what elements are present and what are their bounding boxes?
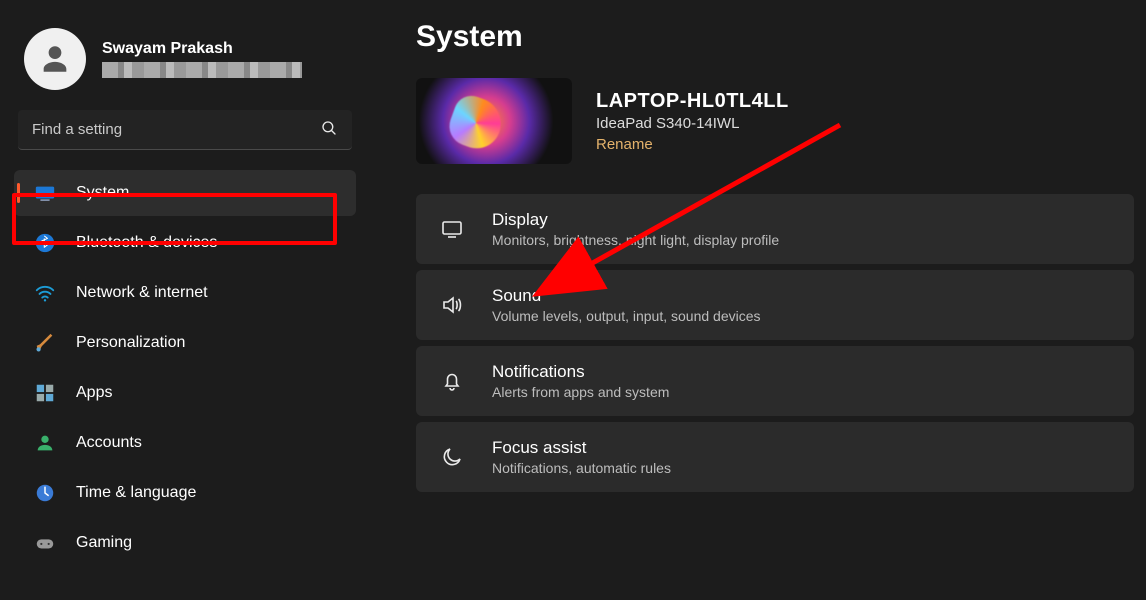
- sidebar-item-bluetooth[interactable]: Bluetooth & devices: [14, 220, 356, 266]
- card-title: Display: [492, 210, 779, 230]
- device-wallpaper-thumbnail: [416, 78, 572, 164]
- settings-card-sound[interactable]: Sound Volume levels, output, input, soun…: [416, 270, 1134, 340]
- sidebar-item-personalization[interactable]: Personalization: [14, 320, 356, 366]
- search-input[interactable]: Find a setting: [18, 110, 352, 150]
- nav-label-gaming: Gaming: [76, 534, 132, 552]
- device-info-row: LAPTOP-HL0TL4LL IdeaPad S340-14IWL Renam…: [416, 78, 1146, 164]
- settings-card-focus-assist[interactable]: Focus assist Notifications, automatic ru…: [416, 422, 1134, 492]
- search-icon: [320, 119, 338, 141]
- settings-card-display[interactable]: Display Monitors, brightness, night ligh…: [416, 194, 1134, 264]
- card-subtitle: Volume levels, output, input, sound devi…: [492, 308, 761, 324]
- nav-label-accounts: Accounts: [76, 434, 142, 452]
- moon-icon: [436, 445, 468, 469]
- user-name: Swayam Prakash: [102, 40, 302, 58]
- card-title: Focus assist: [492, 438, 671, 458]
- nav-label-time: Time & language: [76, 484, 196, 502]
- sidebar-item-system[interactable]: System: [14, 170, 356, 216]
- nav-label-network: Network & internet: [76, 284, 208, 302]
- device-name: LAPTOP-HL0TL4LL: [596, 90, 789, 113]
- sidebar: Swayam Prakash Find a setting System: [0, 0, 370, 600]
- clock-globe-icon: [34, 482, 56, 504]
- page-title: System: [416, 20, 1146, 54]
- user-account-row[interactable]: Swayam Prakash: [10, 18, 360, 110]
- nav-label-system: System: [76, 184, 129, 202]
- gaming-icon: [34, 532, 56, 554]
- card-subtitle: Monitors, brightness, night light, displ…: [492, 232, 779, 248]
- accounts-icon: [34, 432, 56, 454]
- bell-icon: [436, 369, 468, 393]
- system-icon: [34, 182, 56, 204]
- sidebar-item-time-language[interactable]: Time & language: [14, 470, 356, 516]
- card-subtitle: Alerts from apps and system: [492, 384, 669, 400]
- sidebar-item-network[interactable]: Network & internet: [14, 270, 356, 316]
- content-area: System LAPTOP-HL0TL4LL IdeaPad S340-14IW…: [370, 0, 1146, 600]
- sidebar-item-apps[interactable]: Apps: [14, 370, 356, 416]
- nav-label-personalization: Personalization: [76, 334, 185, 352]
- nav-label-apps: Apps: [76, 384, 112, 402]
- bluetooth-icon: [34, 232, 56, 254]
- card-subtitle: Notifications, automatic rules: [492, 460, 671, 476]
- nav-list: System Bluetooth & devices Network & int…: [10, 168, 360, 568]
- sound-icon: [436, 293, 468, 317]
- card-title: Sound: [492, 286, 761, 306]
- rename-link[interactable]: Rename: [596, 136, 789, 153]
- search-placeholder: Find a setting: [32, 121, 122, 138]
- card-title: Notifications: [492, 362, 669, 382]
- wifi-icon: [34, 282, 56, 304]
- display-icon: [436, 217, 468, 241]
- settings-card-notifications[interactable]: Notifications Alerts from apps and syste…: [416, 346, 1134, 416]
- user-email-redacted: [102, 62, 302, 78]
- device-model: IdeaPad S340-14IWL: [596, 115, 789, 132]
- apps-icon: [34, 382, 56, 404]
- nav-label-bluetooth: Bluetooth & devices: [76, 234, 217, 252]
- sidebar-item-accounts[interactable]: Accounts: [14, 420, 356, 466]
- paintbrush-icon: [34, 332, 56, 354]
- person-icon: [38, 42, 72, 76]
- avatar: [24, 28, 86, 90]
- sidebar-item-gaming[interactable]: Gaming: [14, 520, 356, 566]
